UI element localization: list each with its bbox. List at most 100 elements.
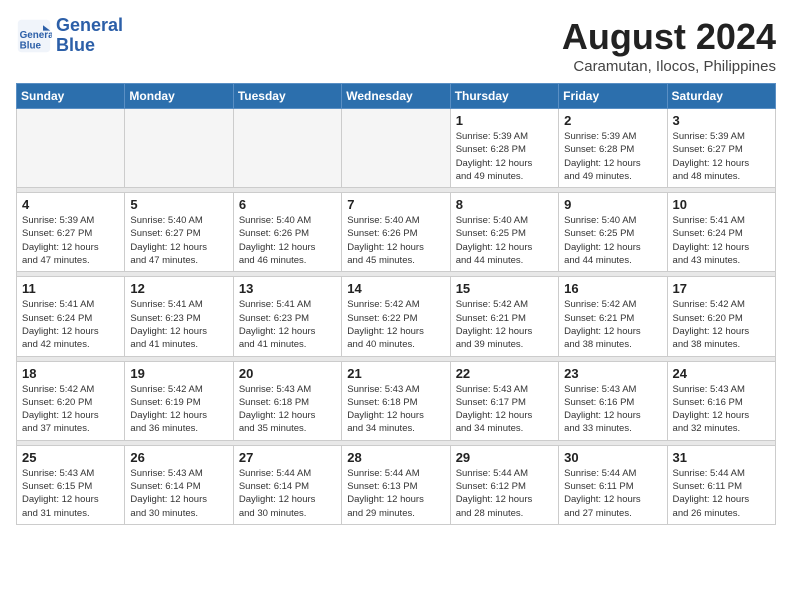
day-info: Sunrise: 5:44 AM Sunset: 6:13 PM Dayligh… xyxy=(347,467,444,520)
day-number: 10 xyxy=(673,197,770,212)
calendar-cell: 8 Sunrise: 5:40 AM Sunset: 6:25 PM Daylig… xyxy=(450,193,558,272)
weekday-header-row: SundayMondayTuesdayWednesdayThursdayFrid… xyxy=(17,84,776,109)
day-number: 11 xyxy=(22,281,119,296)
day-info: Sunrise: 5:43 AM Sunset: 6:14 PM Dayligh… xyxy=(130,467,227,520)
day-number: 7 xyxy=(347,197,444,212)
day-info: Sunrise: 5:42 AM Sunset: 6:21 PM Dayligh… xyxy=(564,298,661,351)
calendar-cell: 18 Sunrise: 5:42 AM Sunset: 6:20 PM Dayli… xyxy=(17,361,125,440)
calendar-cell: 11 Sunrise: 5:41 AM Sunset: 6:24 PM Dayli… xyxy=(17,277,125,356)
day-info: Sunrise: 5:41 AM Sunset: 6:24 PM Dayligh… xyxy=(673,214,770,267)
day-info: Sunrise: 5:40 AM Sunset: 6:26 PM Dayligh… xyxy=(347,214,444,267)
day-number: 1 xyxy=(456,113,553,128)
calendar-cell: 16 Sunrise: 5:42 AM Sunset: 6:21 PM Dayli… xyxy=(559,277,667,356)
day-number: 14 xyxy=(347,281,444,296)
calendar-cell: 12Sunrise: 5:41 AM Sunset: 6:23 PM Dayli… xyxy=(125,277,233,356)
calendar-cell: 24 Sunrise: 5:43 AM Sunset: 6:16 PM Dayli… xyxy=(667,361,775,440)
day-number: 27 xyxy=(239,450,336,465)
day-info: Sunrise: 5:41 AM Sunset: 6:23 PM Dayligh… xyxy=(239,298,336,351)
day-info: Sunrise: 5:43 AM Sunset: 6:16 PM Dayligh… xyxy=(564,383,661,436)
day-number: 26 xyxy=(130,450,227,465)
day-info: Sunrise: 5:39 AM Sunset: 6:28 PM Dayligh… xyxy=(456,130,553,183)
logo-icon: General Blue xyxy=(16,18,52,54)
day-number: 31 xyxy=(673,450,770,465)
day-info: Sunrise: 5:40 AM Sunset: 6:25 PM Dayligh… xyxy=(456,214,553,267)
calendar-cell: 20 Sunrise: 5:43 AM Sunset: 6:18 PM Dayli… xyxy=(233,361,341,440)
day-number: 20 xyxy=(239,366,336,381)
day-info: Sunrise: 5:42 AM Sunset: 6:22 PM Dayligh… xyxy=(347,298,444,351)
week-row-4: 18 Sunrise: 5:42 AM Sunset: 6:20 PM Dayli… xyxy=(17,361,776,440)
day-info: Sunrise: 5:44 AM Sunset: 6:14 PM Dayligh… xyxy=(239,467,336,520)
day-info: Sunrise: 5:40 AM Sunset: 6:26 PM Dayligh… xyxy=(239,214,336,267)
day-info: Sunrise: 5:41 AM Sunset: 6:23 PM Dayligh… xyxy=(130,298,227,351)
weekday-header-thursday: Thursday xyxy=(450,84,558,109)
day-number: 24 xyxy=(673,366,770,381)
day-number: 16 xyxy=(564,281,661,296)
calendar-cell: 4Sunrise: 5:39 AM Sunset: 6:27 PM Daylig… xyxy=(17,193,125,272)
day-number: 19 xyxy=(130,366,227,381)
week-row-2: 4Sunrise: 5:39 AM Sunset: 6:27 PM Daylig… xyxy=(17,193,776,272)
day-info: Sunrise: 5:44 AM Sunset: 6:12 PM Dayligh… xyxy=(456,467,553,520)
logo-text: General Blue xyxy=(56,16,123,56)
day-info: Sunrise: 5:43 AM Sunset: 6:16 PM Dayligh… xyxy=(673,383,770,436)
day-number: 6 xyxy=(239,197,336,212)
day-number: 4 xyxy=(22,197,119,212)
calendar-cell: 6 Sunrise: 5:40 AM Sunset: 6:26 PM Daylig… xyxy=(233,193,341,272)
day-info: Sunrise: 5:43 AM Sunset: 6:17 PM Dayligh… xyxy=(456,383,553,436)
header: General Blue General Blue August 2024 Ca… xyxy=(16,16,776,75)
day-info: Sunrise: 5:44 AM Sunset: 6:11 PM Dayligh… xyxy=(673,467,770,520)
calendar-cell: 14 Sunrise: 5:42 AM Sunset: 6:22 PM Dayli… xyxy=(342,277,450,356)
day-info: Sunrise: 5:43 AM Sunset: 6:18 PM Dayligh… xyxy=(347,383,444,436)
day-number: 3 xyxy=(673,113,770,128)
day-info: Sunrise: 5:43 AM Sunset: 6:15 PM Dayligh… xyxy=(22,467,119,520)
day-number: 17 xyxy=(673,281,770,296)
svg-text:General: General xyxy=(20,30,52,41)
day-number: 25 xyxy=(22,450,119,465)
week-row-1: 1 Sunrise: 5:39 AM Sunset: 6:28 PM Daylig… xyxy=(17,109,776,188)
day-info: Sunrise: 5:41 AM Sunset: 6:24 PM Dayligh… xyxy=(22,298,119,351)
calendar-cell: 10 Sunrise: 5:41 AM Sunset: 6:24 PM Dayli… xyxy=(667,193,775,272)
weekday-header-monday: Monday xyxy=(125,84,233,109)
title-section: August 2024 Caramutan, Ilocos, Philippin… xyxy=(562,16,776,75)
day-number: 13 xyxy=(239,281,336,296)
day-info: Sunrise: 5:42 AM Sunset: 6:20 PM Dayligh… xyxy=(673,298,770,351)
calendar-cell: 21Sunrise: 5:43 AM Sunset: 6:18 PM Dayli… xyxy=(342,361,450,440)
calendar-cell: 5Sunrise: 5:40 AM Sunset: 6:27 PM Daylig… xyxy=(125,193,233,272)
day-number: 9 xyxy=(564,197,661,212)
calendar-cell xyxy=(17,109,125,188)
calendar-cell: 27 Sunrise: 5:44 AM Sunset: 6:14 PM Dayli… xyxy=(233,445,341,524)
day-info: Sunrise: 5:42 AM Sunset: 6:20 PM Dayligh… xyxy=(22,383,119,436)
calendar-cell: 2 Sunrise: 5:39 AM Sunset: 6:28 PM Daylig… xyxy=(559,109,667,188)
calendar-cell: 3Sunrise: 5:39 AM Sunset: 6:27 PM Daylig… xyxy=(667,109,775,188)
calendar-cell: 17 Sunrise: 5:42 AM Sunset: 6:20 PM Dayli… xyxy=(667,277,775,356)
weekday-header-saturday: Saturday xyxy=(667,84,775,109)
day-info: Sunrise: 5:43 AM Sunset: 6:18 PM Dayligh… xyxy=(239,383,336,436)
day-number: 15 xyxy=(456,281,553,296)
calendar-cell: 25 Sunrise: 5:43 AM Sunset: 6:15 PM Dayli… xyxy=(17,445,125,524)
day-info: Sunrise: 5:42 AM Sunset: 6:21 PM Dayligh… xyxy=(456,298,553,351)
day-number: 2 xyxy=(564,113,661,128)
day-info: Sunrise: 5:40 AM Sunset: 6:27 PM Dayligh… xyxy=(130,214,227,267)
calendar-cell: 15 Sunrise: 5:42 AM Sunset: 6:21 PM Dayli… xyxy=(450,277,558,356)
day-number: 29 xyxy=(456,450,553,465)
calendar-cell: 7 Sunrise: 5:40 AM Sunset: 6:26 PM Daylig… xyxy=(342,193,450,272)
day-info: Sunrise: 5:39 AM Sunset: 6:28 PM Dayligh… xyxy=(564,130,661,183)
calendar-cell: 23 Sunrise: 5:43 AM Sunset: 6:16 PM Dayli… xyxy=(559,361,667,440)
day-number: 8 xyxy=(456,197,553,212)
day-number: 22 xyxy=(456,366,553,381)
calendar-cell: 29 Sunrise: 5:44 AM Sunset: 6:12 PM Dayli… xyxy=(450,445,558,524)
calendar-cell: 26 Sunrise: 5:43 AM Sunset: 6:14 PM Dayli… xyxy=(125,445,233,524)
calendar-cell: 31 Sunrise: 5:44 AM Sunset: 6:11 PM Dayli… xyxy=(667,445,775,524)
calendar-cell: 1 Sunrise: 5:39 AM Sunset: 6:28 PM Daylig… xyxy=(450,109,558,188)
weekday-header-sunday: Sunday xyxy=(17,84,125,109)
week-row-5: 25 Sunrise: 5:43 AM Sunset: 6:15 PM Dayli… xyxy=(17,445,776,524)
day-number: 30 xyxy=(564,450,661,465)
svg-text:Blue: Blue xyxy=(20,40,42,51)
day-number: 18 xyxy=(22,366,119,381)
day-number: 23 xyxy=(564,366,661,381)
calendar-cell: 9 Sunrise: 5:40 AM Sunset: 6:25 PM Daylig… xyxy=(559,193,667,272)
calendar-cell: 19Sunrise: 5:42 AM Sunset: 6:19 PM Dayli… xyxy=(125,361,233,440)
logo: General Blue General Blue xyxy=(16,16,123,56)
day-info: Sunrise: 5:40 AM Sunset: 6:25 PM Dayligh… xyxy=(564,214,661,267)
day-number: 28 xyxy=(347,450,444,465)
calendar-cell: 30Sunrise: 5:44 AM Sunset: 6:11 PM Dayli… xyxy=(559,445,667,524)
